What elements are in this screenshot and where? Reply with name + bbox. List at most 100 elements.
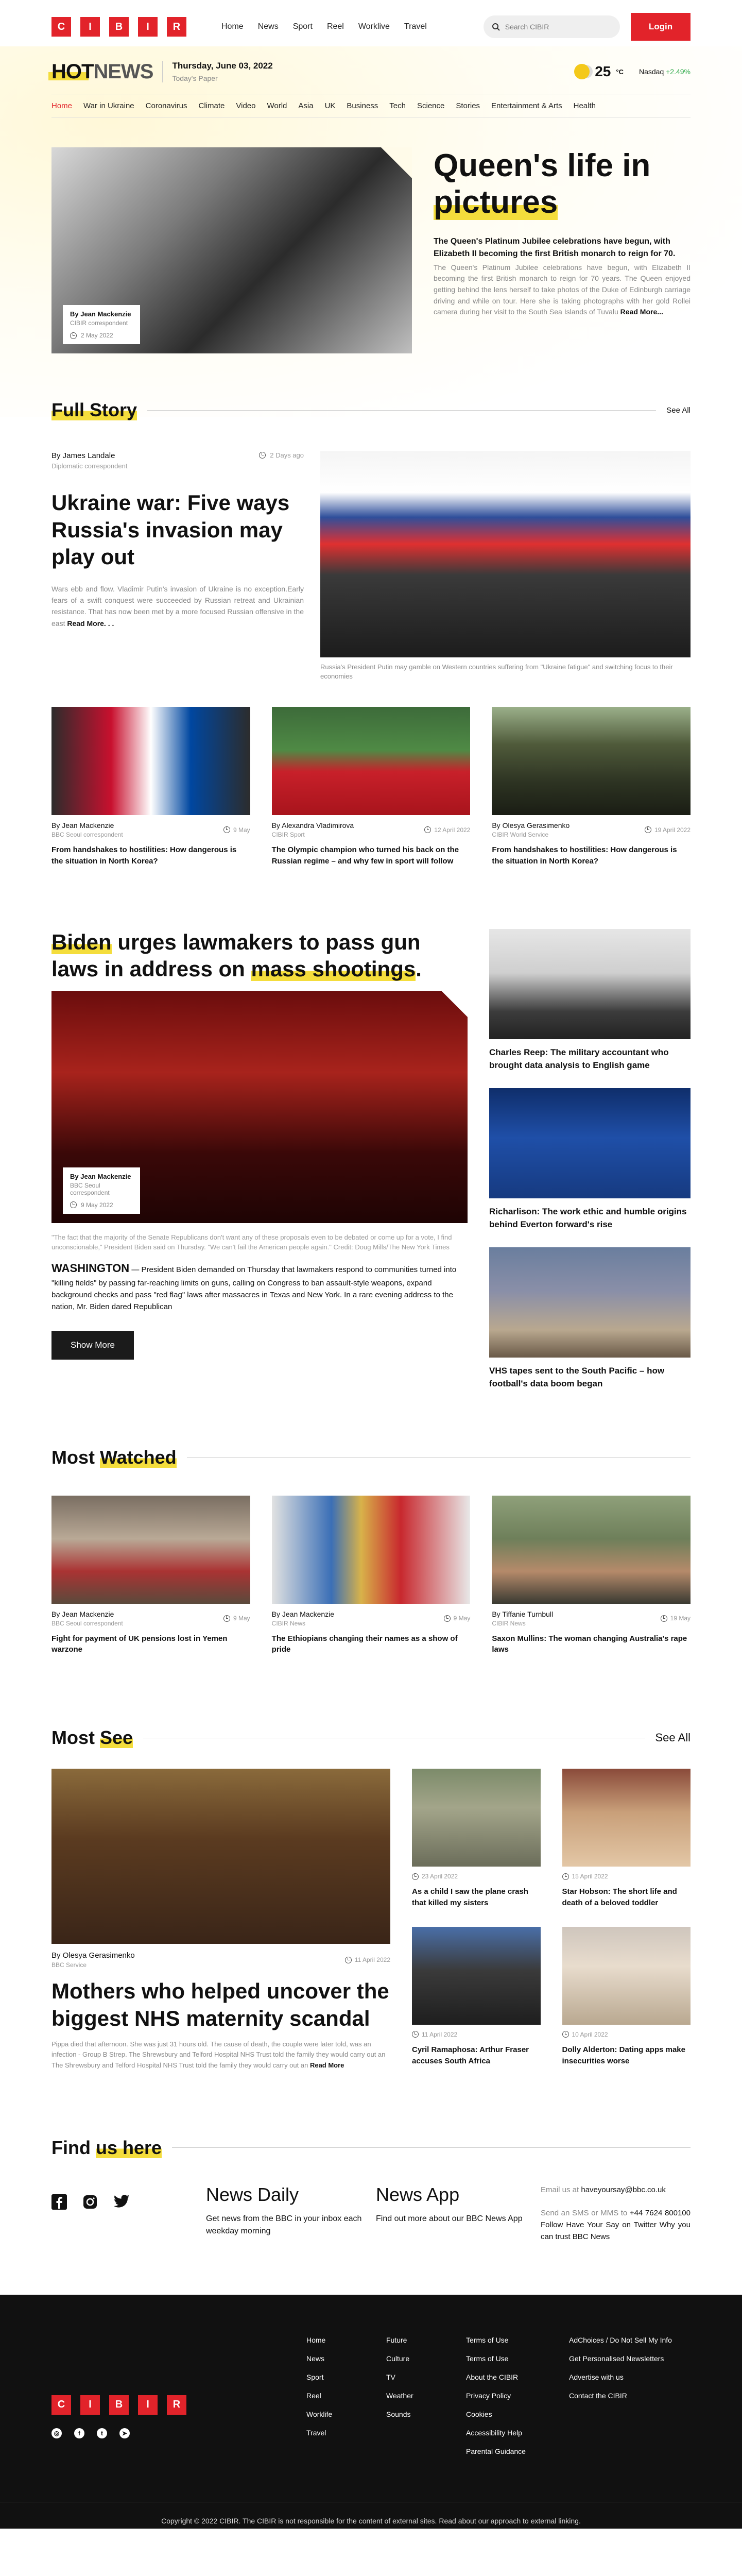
footer-link[interactable]: Privacy Policy	[466, 2392, 569, 2400]
category-video[interactable]: Video	[236, 101, 255, 110]
category-entertainment-arts[interactable]: Entertainment & Arts	[491, 101, 562, 110]
twitter-icon[interactable]: t	[97, 2428, 107, 2438]
show-more-button[interactable]: Show More	[51, 1330, 134, 1360]
news-daily-block[interactable]: News Daily Get news from the BBC in your…	[206, 2184, 376, 2238]
search-box[interactable]	[483, 15, 620, 38]
story-card[interactable]: By Alexandra Vladimirova CIBIR Sport 12 Ap…	[271, 707, 471, 867]
facebook-icon[interactable]: f	[74, 2428, 84, 2438]
biden-headline[interactable]: Biden urges lawmakers to pass gun laws i…	[51, 929, 468, 983]
topnav-sport[interactable]: Sport	[293, 22, 313, 31]
story-card[interactable]: By Olesya Gerasimenko CIBIR World Service…	[492, 707, 691, 867]
sms-number[interactable]: +44 7624 800100	[630, 2209, 691, 2217]
most-see-content: By Olesya Gerasimenko BBC Service 11 April…	[51, 1769, 691, 2070]
stock-ticker[interactable]: Nasdaq +2.49%	[639, 67, 691, 76]
twitter-icon[interactable]	[113, 2194, 130, 2209]
footer-link[interactable]: Advertise with us	[569, 2373, 687, 2381]
topnav-home[interactable]: Home	[221, 22, 244, 31]
instagram-icon[interactable]: ◎	[51, 2428, 62, 2438]
footer-link[interactable]: Home	[306, 2336, 386, 2344]
divider	[147, 410, 657, 411]
category-stories[interactable]: Stories	[456, 101, 480, 110]
login-button[interactable]: Login	[631, 13, 691, 41]
putin-photo[interactable]	[320, 451, 691, 657]
soldiers-photo	[492, 707, 691, 816]
telegram-icon[interactable]: ➤	[119, 2428, 130, 2438]
footer-link[interactable]: Cookies	[466, 2410, 569, 2418]
topnav-worklive[interactable]: Worklive	[358, 22, 390, 31]
see-all-link[interactable]: See All	[666, 406, 691, 415]
see-all-link[interactable]: See All	[655, 1731, 691, 1744]
author-role: CIBIR News	[271, 1619, 306, 1627]
topnav-news[interactable]: News	[258, 22, 279, 31]
footer-link[interactable]: Travel	[306, 2429, 386, 2437]
todays-paper-link[interactable]: Today's Paper	[172, 74, 272, 82]
read-more-link[interactable]: Read More...	[620, 308, 663, 316]
author-role: BBC Seoul correspondent	[51, 1619, 123, 1627]
grid-card[interactable]: 23 April 2022 As a child I saw the plane…	[412, 1769, 541, 1912]
grid-card[interactable]: 10 April 2022 Dolly Alderton: Dating app…	[562, 1926, 691, 2071]
story-card[interactable]: By Jean Mackenzie BBC Seoul correspondent…	[51, 707, 250, 867]
footer-link[interactable]: Terms of Use	[466, 2354, 569, 2363]
footer-link[interactable]: AdChoices / Do Not Sell My Info	[569, 2336, 687, 2344]
footer-link[interactable]: Reel	[306, 2392, 386, 2400]
side-story[interactable]: Richarlison: The work ethic and humble o…	[489, 1088, 691, 1231]
side-story[interactable]: Charles Reep: The military accountant wh…	[489, 928, 691, 1072]
footer-link[interactable]: Terms of Use	[466, 2336, 569, 2344]
hero-image[interactable]: By Jean Mackenzie CIBIR correspondent 2 …	[51, 147, 412, 353]
footer-link[interactable]: Worklife	[306, 2410, 386, 2418]
search-input[interactable]	[505, 23, 608, 31]
publish-time: 9 May	[223, 1610, 250, 1627]
side-story[interactable]: VHS tapes sent to the South Pacific – ho…	[489, 1247, 691, 1390]
footer-link[interactable]: Weather	[386, 2392, 466, 2400]
category-coronavirus[interactable]: Coronavirus	[146, 101, 187, 110]
category-world[interactable]: World	[267, 101, 287, 110]
read-more-link[interactable]: Read More	[310, 2061, 344, 2069]
corner-cut	[381, 147, 412, 178]
footer-logo[interactable]: C I B I R	[51, 2395, 306, 2415]
author-name: By Alexandra Vladimirova	[271, 821, 354, 830]
clock-icon	[412, 1873, 419, 1880]
category-climate[interactable]: Climate	[199, 101, 225, 110]
lead-headline[interactable]: Ukraine war: Five ways Russia's invasion…	[51, 489, 304, 571]
category-science[interactable]: Science	[417, 101, 444, 110]
category-war-in-ukraine[interactable]: War in Ukraine	[83, 101, 134, 110]
instagram-icon[interactable]	[82, 2194, 98, 2210]
facebook-icon[interactable]	[51, 2194, 67, 2210]
category-health[interactable]: Health	[574, 101, 596, 110]
footer-link[interactable]: Accessibility Help	[466, 2429, 569, 2437]
footer-link[interactable]: Sport	[306, 2373, 386, 2381]
footer-link[interactable]: Sounds	[386, 2410, 466, 2418]
publish-time: 15 April 2022	[562, 1873, 608, 1880]
video-card[interactable]: By Jean Mackenzie BBC Seoul correspondent…	[51, 1495, 250, 1656]
footer-link[interactable]: News	[306, 2354, 386, 2363]
footer-link[interactable]: Parental Guidance	[466, 2447, 569, 2455]
clock-icon	[412, 2031, 419, 2038]
byline: By James Landale Diplomatic correspondent…	[51, 451, 304, 470]
footer-link[interactable]: Get Personalised Newsletters	[569, 2354, 687, 2363]
topnav-travel[interactable]: Travel	[404, 22, 427, 31]
video-card[interactable]: By Tiffanie Turnbull CIBIR News 19 May Sax…	[492, 1495, 691, 1656]
category-asia[interactable]: Asia	[298, 101, 313, 110]
follow-text[interactable]: Follow Have Your Say on Twitter Why you …	[541, 2221, 691, 2241]
grid-card[interactable]: 15 April 2022 Star Hobson: The short lif…	[562, 1769, 691, 1912]
footer-link[interactable]: TV	[386, 2373, 466, 2381]
category-home[interactable]: Home	[51, 101, 72, 110]
topnav-reel[interactable]: Reel	[327, 22, 344, 31]
news-app-block[interactable]: News App Find out more about our BBC New…	[376, 2184, 541, 2225]
footer-link[interactable]: Culture	[386, 2354, 466, 2363]
category-business[interactable]: Business	[347, 101, 378, 110]
category-uk[interactable]: UK	[325, 101, 336, 110]
email-link[interactable]: haveyoursay@bbc.co.uk	[581, 2185, 665, 2194]
hero-headline[interactable]: Queen's life in pictures	[434, 147, 691, 221]
biden-body: WASHINGTON — President Biden demanded on…	[51, 1260, 468, 1313]
footer-link[interactable]: About the CIBIR	[466, 2373, 569, 2381]
brand-logo[interactable]: C I B I R	[51, 17, 186, 37]
read-more-link[interactable]: Read More. . .	[67, 619, 114, 628]
featured-story[interactable]: By Olesya Gerasimenko BBC Service 11 April…	[51, 1769, 390, 2070]
grid-card[interactable]: 11 April 2022 Cyril Ramaphosa: Arthur Fr…	[412, 1926, 541, 2071]
video-card[interactable]: By Jean Mackenzie CIBIR News 9 May The Eth…	[271, 1495, 471, 1656]
biden-photo[interactable]: By Jean Mackenzie BBC Seoul corresponden…	[51, 991, 468, 1223]
footer-link[interactable]: Future	[386, 2336, 466, 2344]
footer-link[interactable]: Contact the CIBIR	[569, 2392, 687, 2400]
category-tech[interactable]: Tech	[389, 101, 406, 110]
